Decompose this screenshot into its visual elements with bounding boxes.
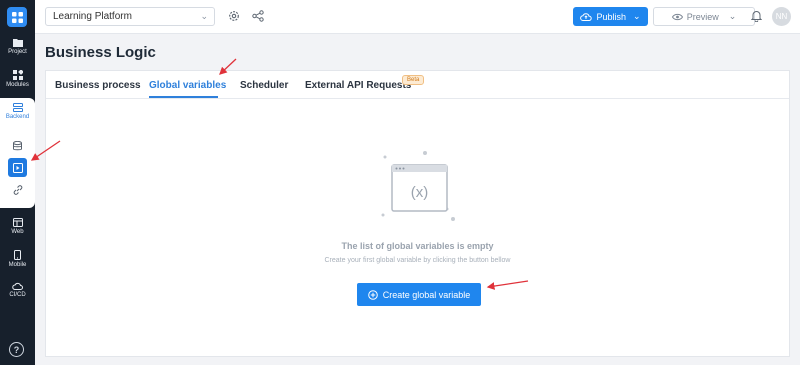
preview-button[interactable]: Preview ⌄ (653, 7, 755, 26)
backend-panel: Backend (0, 98, 35, 208)
active-tab-indicator (149, 96, 218, 98)
database-icon (13, 140, 22, 150)
empty-state-subtitle: Create your first global variable by cli… (324, 257, 511, 264)
tab-scheduler[interactable]: Scheduler (240, 80, 288, 91)
link-icon (13, 184, 22, 195)
avatar[interactable]: NN (772, 7, 791, 26)
sidebar-item-label: Modules (6, 82, 29, 88)
sidebar-item-label: Backend (5, 114, 30, 120)
bell-icon (750, 11, 762, 22)
sidebar-item-cicd[interactable]: CI/CD (0, 282, 35, 299)
cloud-upload-icon (580, 13, 593, 21)
sidebar: Project Modules Backend Web Mobile CI/CD… (0, 0, 35, 365)
database-button[interactable] (8, 136, 27, 155)
sidebar-item-label: Project (8, 49, 27, 55)
endpoints-button[interactable] (8, 180, 27, 199)
gear-icon (229, 11, 239, 21)
avatar-initials: NN (775, 12, 788, 21)
help-button[interactable]: ? (9, 342, 24, 357)
preview-label: Preview (686, 11, 719, 22)
tab-bar: Business process Global variables Schedu… (46, 71, 789, 99)
business-logic-card: Business process Global variables Schedu… (45, 70, 790, 357)
sidebar-item-modules[interactable]: Modules (0, 70, 35, 89)
beta-badge: Beta (402, 75, 425, 85)
sidebar-item-web[interactable]: Web (0, 218, 35, 236)
sidebar-item-label: Mobile (8, 262, 27, 268)
page-title: Business Logic (45, 44, 156, 61)
server-icon (12, 103, 23, 112)
mobile-icon (14, 250, 21, 260)
cloud-icon (12, 282, 23, 290)
chevron-down-icon: ⌄ (200, 11, 208, 21)
sidebar-item-label: Web (11, 229, 24, 235)
folder-icon (12, 39, 23, 47)
sidebar-item-project[interactable]: Project (0, 38, 35, 56)
share-icon (252, 10, 264, 22)
variables-empty-icon: (x) (381, 151, 455, 221)
publish-label: Publish (596, 11, 626, 22)
sidebar-item-label: CI/CD (9, 292, 26, 298)
help-icon: ? (13, 344, 20, 355)
empty-state-title: The list of global variables is empty (341, 241, 494, 251)
modules-icon (12, 70, 23, 80)
create-button-label: Create global variable (382, 289, 471, 300)
tab-business-process[interactable]: Business process (55, 80, 141, 91)
publish-button[interactable]: Publish ⌄ (573, 7, 648, 26)
create-global-variable-button[interactable]: Create global variable (357, 283, 481, 306)
top-bar: Learning Platform ⌄ Publish ⌄ Preview ⌄ … (35, 0, 800, 34)
app-logo-icon[interactable] (7, 7, 27, 27)
eye-icon (671, 13, 683, 20)
plus-circle-icon (367, 289, 378, 300)
settings-button[interactable] (227, 9, 241, 23)
chevron-down-icon: ⌄ (728, 11, 737, 21)
chevron-down-icon: ⌄ (632, 11, 641, 21)
sidebar-item-mobile[interactable]: Mobile (0, 250, 35, 269)
tab-external-api-requests[interactable]: External API Requests (305, 80, 411, 91)
project-name: Learning Platform (53, 11, 132, 22)
share-button[interactable] (251, 9, 265, 23)
notifications-button[interactable] (749, 9, 763, 23)
business-logic-button[interactable] (8, 158, 27, 177)
tab-global-variables[interactable]: Global variables (149, 80, 226, 91)
sidebar-item-backend[interactable]: Backend (0, 103, 35, 121)
illustration-text: (x) (411, 184, 429, 201)
web-icon (12, 218, 23, 227)
logic-icon (12, 162, 23, 173)
project-select[interactable]: Learning Platform ⌄ (45, 7, 215, 26)
